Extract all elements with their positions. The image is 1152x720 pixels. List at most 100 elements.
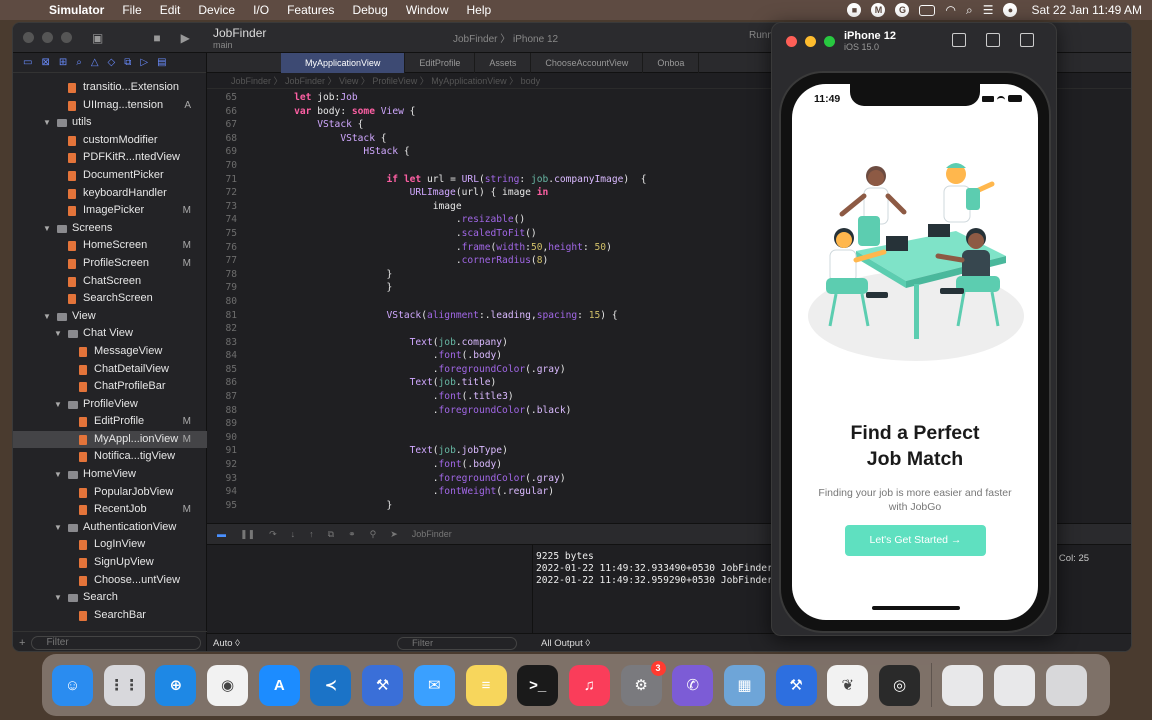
run-destination[interactable]: JobFinder 〉 iPhone 12 [453,30,558,45]
m-app-icon[interactable]: M [871,3,886,17]
mail-icon[interactable]: ✉ [413,664,455,706]
source-control-icon[interactable]: ⊠ [41,57,49,68]
code-line[interactable]: 86 Text(job.title) [207,376,777,390]
symbol-icon[interactable]: ⊞ [59,57,67,68]
sim-close-button[interactable] [786,36,797,47]
view-debugger-icon[interactable]: ⧉ [328,529,334,540]
terminal-icon[interactable]: >_ [517,664,559,706]
menubar-clock[interactable]: Sat 22 Jan 11:49 AM [1027,3,1142,17]
launchpad-icon[interactable]: ⋮⋮ [103,664,145,706]
menu-i-o[interactable]: I/O [244,3,278,17]
breakpoint-icon[interactable]: ▷ [140,57,148,68]
control-center-icon[interactable]: ☰ [983,3,994,17]
folder-icon[interactable]: ▭ [23,57,32,68]
code-line[interactable]: 80 [207,295,777,309]
code-line[interactable]: 87 .font(.title3) [207,390,777,404]
navigator-file[interactable]: SearchScreen [13,290,207,308]
navigator-file[interactable]: DocumentPicker [13,167,207,185]
navigator-file[interactable]: Notifica...tigView [13,448,207,466]
minimize-button[interactable] [42,32,53,43]
safari-icon[interactable]: ⊕ [155,664,197,706]
navigator-group[interactable]: ▼ HomeView [13,466,207,484]
finder-icon[interactable]: ☺ [52,664,93,706]
menu-features[interactable]: Features [278,3,343,17]
home-icon[interactable] [952,33,966,47]
navigator-file[interactable]: ImagePicker M [13,202,207,220]
wifi-icon[interactable]: ◠ [945,3,955,17]
screenshot-icon[interactable] [986,33,1000,47]
code-line[interactable]: 75 .scaledToFit() [207,227,777,241]
code-line[interactable]: 93 .foregroundColor(.gray) [207,472,777,486]
code-line[interactable]: 91 Text(job.jobType) [207,444,777,458]
step-over-icon[interactable]: ↷ [269,529,277,540]
run-icon[interactable]: ▶ [181,31,190,45]
variables-scope-select[interactable]: Auto ◊ [213,638,240,649]
navigator-file[interactable]: ChatDetailView [13,361,207,379]
trash-icon[interactable] [1045,664,1087,706]
editor-tab[interactable]: EditProfile [405,52,476,73]
code-line[interactable]: 82 [207,322,777,336]
navigator-group[interactable]: ▼ Search [13,589,207,607]
navigator-group[interactable]: ▼ Chat View [13,325,207,343]
xcode-icon[interactable]: ⚒ [775,664,817,706]
code-line[interactable]: 81 VStack(alignment:.leading,spacing: 15… [207,309,777,323]
system-preferences-icon[interactable]: ⚙ 3 [620,660,666,706]
navigator-file[interactable]: transitio...Extension [13,79,207,97]
navigator-group[interactable]: ▼ View [13,308,207,326]
code-line[interactable]: 72 URLImage(url) { image in [207,186,777,200]
navigator-file[interactable]: keyboardHandler [13,185,207,203]
code-line[interactable]: 76 .frame(width:50,height: 50) [207,241,777,255]
get-started-button[interactable]: Let's Get Started → [845,525,986,556]
test-icon[interactable]: ◇ [108,57,116,68]
menu-file[interactable]: File [113,3,150,17]
find-icon[interactable]: ⌕ [76,57,82,68]
apple-icon[interactable] [10,3,22,17]
code-line[interactable]: 90 [207,431,777,445]
quicktime-icon[interactable]: ◎ [879,664,920,706]
code-line[interactable]: 95 } [207,499,777,513]
code-line[interactable]: 66 var body: some View { [207,105,777,119]
disclosure-icon[interactable]: ▼ [54,519,62,537]
sim-zoom-button[interactable] [824,36,835,47]
code-line[interactable]: 69 HStack { [207,145,777,159]
navigator-file[interactable]: Choose...untView [13,572,207,590]
navigator-group[interactable]: ▼ Screens [13,220,207,238]
editor-tab[interactable]: Assets [475,52,532,73]
navigator-file[interactable]: RecentJob M [13,501,207,519]
menu-edit[interactable]: Edit [151,3,190,17]
xcode-beta-icon[interactable]: ⚒ [362,664,404,706]
sidebar-toggle-icon[interactable]: ▣ [92,31,103,45]
grammarly-icon[interactable]: G [895,3,910,17]
menu-device[interactable]: Device [189,3,244,17]
zoom-button[interactable] [61,32,72,43]
stop-icon[interactable]: ■ [153,31,160,45]
navigator-file[interactable]: PopularJobView [13,484,207,502]
code-line[interactable]: 85 .foregroundColor(.gray) [207,363,777,377]
menu-help[interactable]: Help [458,3,501,17]
disclosure-icon[interactable]: ▼ [43,308,51,326]
sim-minimize-button[interactable] [805,36,816,47]
viber-icon[interactable]: ✆ [672,664,714,706]
code-area[interactable]: 65 let job:Job 66 var body: some View {67… [207,91,777,523]
disclosure-icon[interactable]: ▼ [54,325,62,343]
code-line[interactable]: 77 .cornerRadius(8) [207,254,777,268]
navigator-file[interactable]: PDFKitR...ntedView [13,149,207,167]
scheme-title[interactable]: JobFinder main [213,26,266,50]
vscode-icon[interactable]: ≺ [310,664,352,706]
navigator-file[interactable]: ChatScreen [13,273,207,291]
navigator-group[interactable]: ▼ utils [13,114,207,132]
memory-graph-icon[interactable]: ⚭ [348,529,356,540]
code-line[interactable]: 94 .fontWeight(.regular) [207,485,777,499]
stop-record-icon[interactable]: ■ [847,3,862,17]
navigator-group[interactable]: ▼ ProfileView [13,396,207,414]
menu-window[interactable]: Window [397,3,458,17]
variables-filter-input[interactable]: Filter [397,637,517,650]
code-line[interactable]: 71 if let url = URL(string: job.companyI… [207,173,777,187]
close-button[interactable] [23,32,34,43]
navigator-file[interactable]: ChatProfileBar [13,378,207,396]
preview-icon[interactable]: ▦ [723,664,765,706]
code-line[interactable]: 79 } [207,281,777,295]
disclosure-icon[interactable]: ▼ [43,220,51,238]
step-out-icon[interactable]: ↑ [309,529,314,539]
code-line[interactable]: 74 .resizable() [207,213,777,227]
